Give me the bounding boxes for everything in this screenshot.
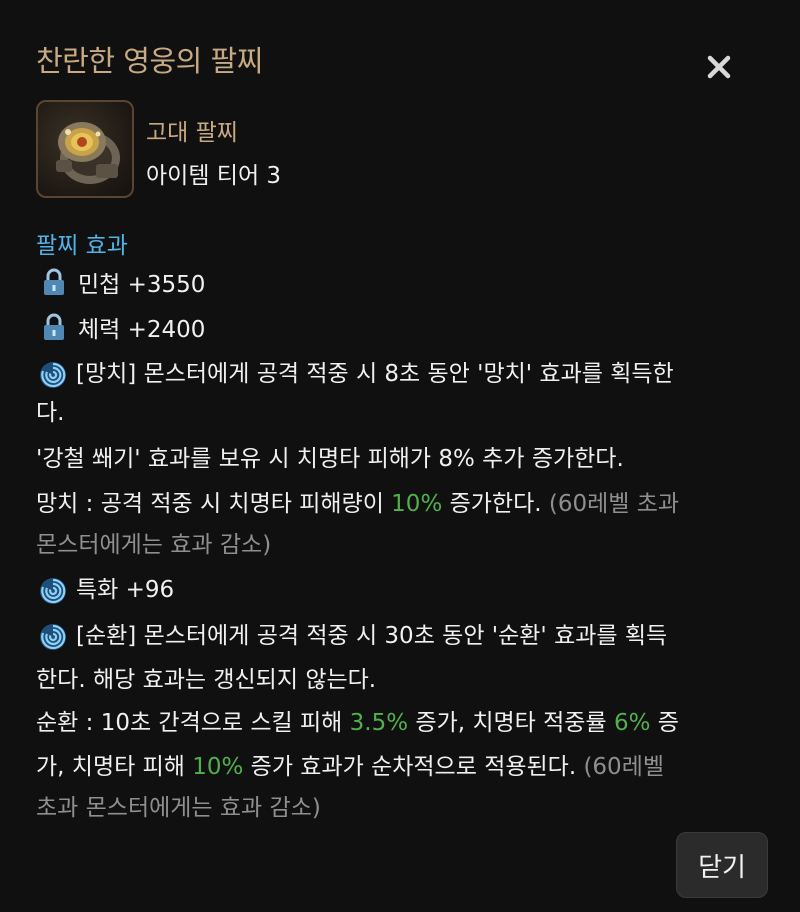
effect2-line1: [순환] 몬스터에게 공격 적중 시 30초 동안 '순환' 효과를 획득 (76, 623, 668, 649)
effect1-line4-text-b: 증가한다. (442, 491, 549, 517)
close-icon[interactable] (704, 52, 734, 82)
lock-icon (44, 313, 64, 340)
swirl-icon (40, 578, 66, 604)
dialog-title: 찬란한 영웅의 팔찌 (36, 44, 263, 78)
effect2-value3: 10% (192, 754, 244, 780)
effect2-value2: 6% (613, 710, 651, 736)
effect2-value1: 3.5% (349, 710, 409, 736)
effect1-note-line2: 몬스터에게는 효과 감소) (36, 532, 272, 558)
effects-heading: 팔찌 효과 (36, 233, 128, 259)
stat-vitality: 체력 +2400 (40, 310, 205, 344)
item-tier: 아이템 티어 3 (146, 163, 282, 189)
lock-icon (44, 268, 64, 295)
effect1-line4: 망치 : 공격 적중 시 치명타 피해량이 10% 증가한다. (60레벨 초과 (36, 485, 679, 524)
item-grade: 고대 팔찌 (146, 120, 238, 146)
effect2-note-line2: 초과 몬스터에게는 효과 감소) (36, 795, 321, 821)
effect2-line4-text: 가, 치명타 피해 (36, 754, 193, 780)
effect2-line3: 순환 : 10초 간격으로 스킬 피해 3.5% 증가, 치명타 적중률 6% … (36, 704, 679, 743)
effect2-line2: 한다. 해당 효과는 갱신되지 않는다. (36, 667, 377, 693)
effect1-line2: 다. (36, 400, 65, 426)
stat-vitality-text: 체력 +2400 (78, 317, 206, 343)
effect2-line3-text-b: 증가, 치명타 적중률 (408, 710, 614, 736)
effect1-line4-text: 망치 : 공격 적중 시 치명타 피해량이 (36, 491, 392, 517)
effect1-line3: '강철 쐐기' 효과를 보유 시 치명타 피해가 8% 추가 증가한다. (36, 446, 624, 472)
swirl-icon (40, 624, 66, 650)
effect2-note: (60레벨 (583, 754, 665, 780)
effect2-line4: 가, 치명타 피해 10% 증가 효과가 순차적으로 적용된다. (60레벨 (36, 748, 664, 787)
stat-specialization: 특화 +96 (76, 577, 175, 603)
close-button[interactable]: 닫기 (676, 832, 768, 898)
effect2-line4-text-b: 증가 효과가 순차적으로 적용된다. (243, 754, 584, 780)
effect1-note: (60레벨 초과 (548, 491, 680, 517)
effect2-line3-text: 순환 : 10초 간격으로 스킬 피해 (36, 710, 350, 736)
swirl-icon (40, 362, 66, 388)
stat-agility-text: 민첩 +3550 (78, 272, 206, 298)
effect2-line3-text-c: 증 (650, 710, 679, 736)
effect1-line1: [망치] 몬스터에게 공격 적중 시 8초 동안 '망치' 효과를 획득한 (76, 361, 674, 387)
stat-agility: 민첩 +3550 (40, 265, 205, 299)
item-tooltip-dialog: 찬란한 영웅의 팔찌 고대 팔찌 아이템 티어 3 팔찌 효과 민첩 +3550 (0, 0, 800, 912)
bracelet-icon (36, 100, 134, 198)
effect1-value: 10% (391, 491, 443, 517)
